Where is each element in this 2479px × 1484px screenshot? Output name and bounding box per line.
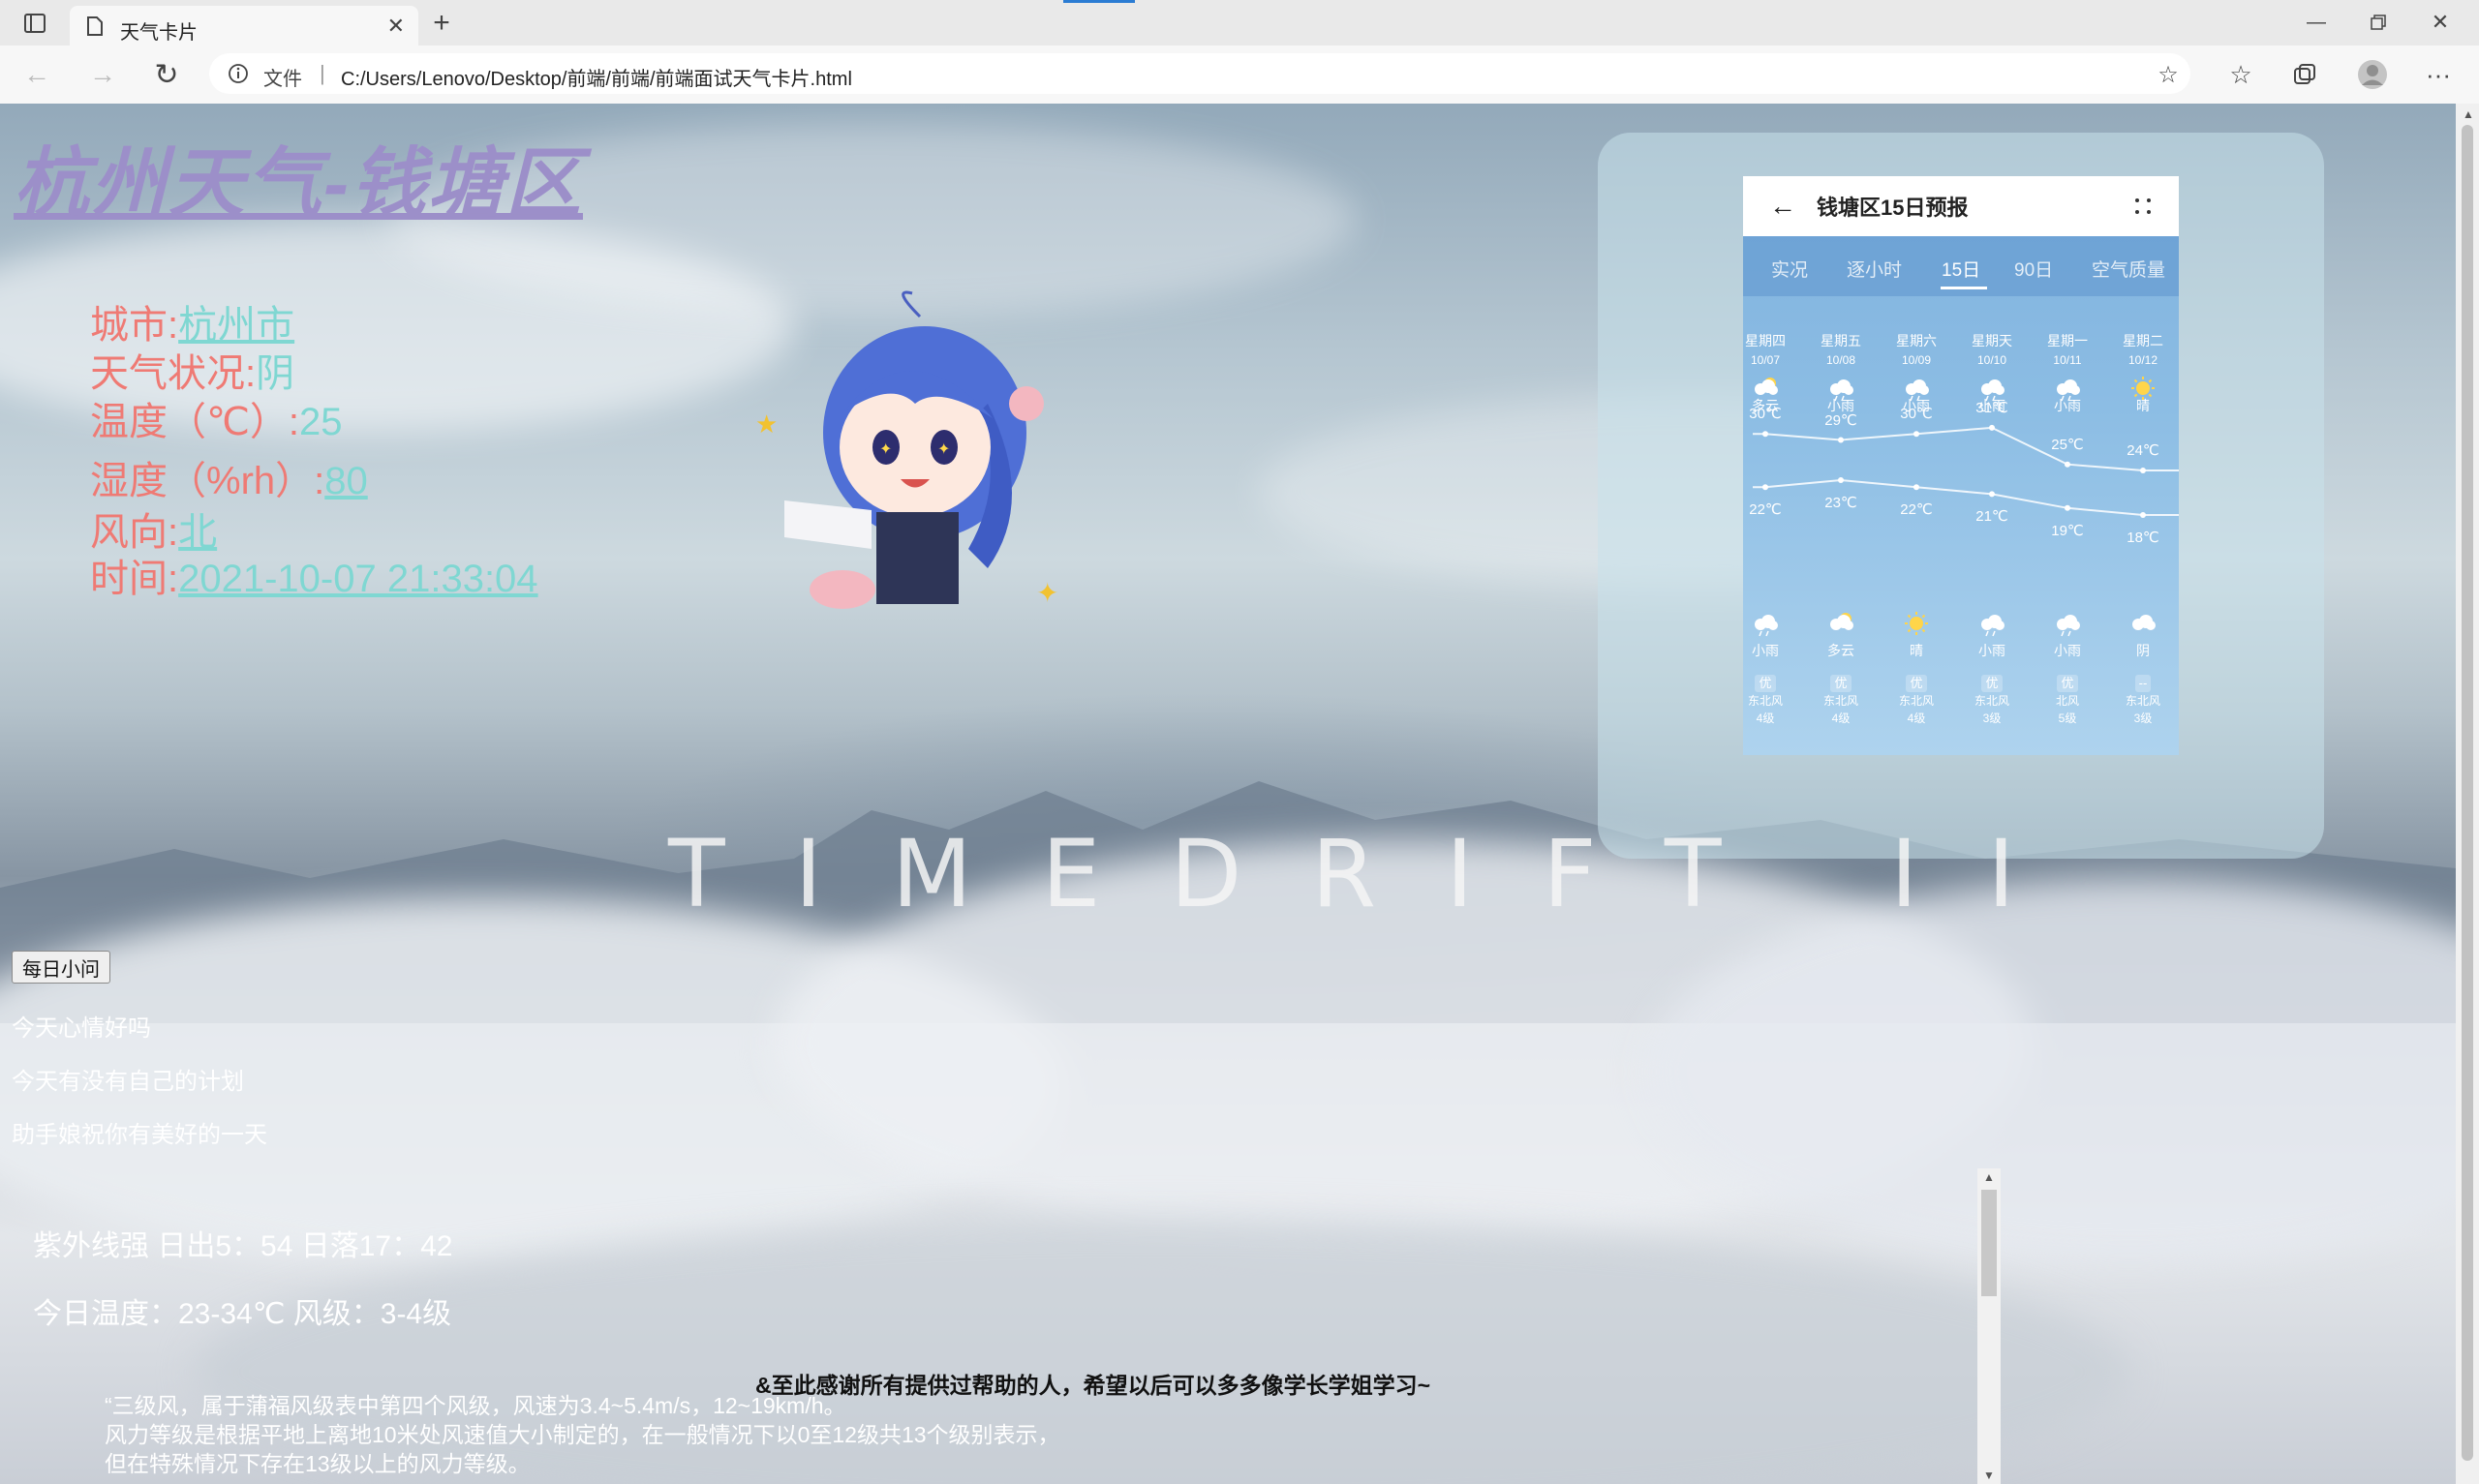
temp-point [1989, 424, 1995, 431]
close-window-icon[interactable]: ✕ [2421, 8, 2460, 37]
temp-point [1913, 484, 1919, 491]
note-scrollbar[interactable]: ▲ ▼ [1977, 1168, 2001, 1484]
sun-icon [1905, 612, 1928, 635]
restore-icon[interactable] [2359, 8, 2398, 37]
wind-note-line: 但在特殊情况下存在13级以上的风力等级。 [105, 1451, 531, 1476]
condition-value: 阴 [256, 352, 295, 395]
add-favorite-icon[interactable]: ☆ [2156, 62, 2181, 88]
forecast-screenshot: ← 钱塘区15日预报 实况 逐小时 15日 90日 空气质量 星期四 10/07 多… [1743, 176, 2179, 755]
temp-point [1762, 484, 1768, 491]
tab-actions-icon[interactable] [21, 10, 48, 37]
scroll-down-arrow-icon[interactable]: ▼ [1983, 1469, 1995, 1482]
note-scroll-thumb[interactable] [1981, 1190, 1997, 1296]
address-toolbar: ← → ↻ 文件 | C:/Users/Lenovo/Desktop/前端/前端… [0, 45, 2479, 105]
more-menu-icon[interactable]: ··· [2421, 59, 2456, 90]
svg-text:★: ★ [755, 410, 778, 439]
rain-cloud-icon [1981, 615, 2005, 637]
low-temp-curve [1753, 478, 2179, 516]
back-icon[interactable]: ← [21, 59, 52, 90]
scroll-up-arrow-icon[interactable]: ▲ [1983, 1170, 1995, 1184]
temperature-value: 25 [299, 401, 343, 443]
info-icon[interactable] [227, 62, 250, 85]
wind-level-note: “三级风，属于蒲福风级表中第四个风级，风速为3.4~5.4m/s，12~19km… [105, 1391, 1944, 1478]
svg-text:✦: ✦ [1036, 577, 1058, 609]
temperature-curves [1753, 377, 2179, 637]
svg-text:✦: ✦ [937, 439, 950, 458]
minimize-icon[interactable]: — [2297, 8, 2336, 37]
scroll-up-arrow-icon[interactable]: ▲ [2463, 107, 2474, 121]
wind-note-line: “三级风，属于蒲福风级表中第四个风级，风速为3.4~5.4m/s，12~19km… [105, 1393, 846, 1418]
time-row: 时间:2021-10-07 21:33:04 [90, 547, 538, 603]
temp-point [2140, 468, 2146, 473]
uv-sunrise-line: 紫外线强 日出5：54 日落17：42 [33, 1230, 453, 1262]
page-viewport: 杭州天气-钱塘区 城市:杭州市 天气状况:阴 温度（℃）:25 湿度（%rh）:… [0, 104, 2456, 1484]
browser-tab-strip: 天气卡片 ✕ + — ✕ [0, 0, 2479, 45]
today-temp-wind-line: 今日温度：23-34℃ 风级：3-4级 [33, 1298, 452, 1330]
refresh-icon[interactable]: ↻ [151, 59, 182, 91]
page-title: 杭州天气-钱塘区 [14, 140, 583, 226]
timedrift-watermark: TIMEDRIFT II [668, 820, 2085, 928]
temp-point [1838, 437, 1844, 443]
temp-point [1838, 477, 1844, 483]
temp-point [1913, 431, 1919, 438]
temp-point [1762, 431, 1768, 438]
temperature-row: 温度（℃）:25 [90, 390, 343, 446]
partly-cloudy-icon [1755, 378, 1778, 395]
forward-icon[interactable]: → [87, 59, 118, 90]
temperature-label: 温度（℃）: [90, 401, 300, 443]
rain-cloud-icon [1830, 379, 1853, 402]
rain-cloud-icon [1981, 379, 2005, 402]
tab-indicator [1063, 0, 1135, 3]
temp-point [2140, 512, 2146, 518]
sun-icon [2131, 377, 2155, 400]
anime-mascot-image: ✦ ✦ ★ ✦ [755, 290, 1058, 609]
url-scheme-label: 文件 [263, 69, 302, 90]
page-icon [83, 15, 107, 38]
message-line: 今天心情好吗 [12, 1015, 151, 1042]
time-label: 时间: [90, 558, 179, 600]
collections-icon[interactable] [2289, 59, 2320, 90]
temp-point [1989, 491, 1995, 498]
rain-cloud-icon [2057, 379, 2080, 402]
address-bar[interactable]: 文件 | C:/Users/Lenovo/Desktop/前端/前端/前端面试天… [209, 53, 2190, 94]
new-tab-icon[interactable]: + [426, 7, 457, 39]
rain-cloud-icon [2057, 615, 2080, 637]
page-scroll-thumb[interactable] [2462, 125, 2473, 1461]
time-value[interactable]: 2021-10-07 21:33:04 [178, 558, 537, 600]
favorites-icon[interactable]: ☆ [2225, 59, 2256, 90]
humidity-label: 湿度（%rh）: [90, 460, 325, 502]
condition-label: 天气状况: [90, 352, 257, 395]
page-scrollbar[interactable]: ▲ [2456, 104, 2479, 1484]
rain-cloud-icon [1755, 615, 1778, 637]
browser-tab[interactable]: 天气卡片 ✕ [70, 6, 418, 45]
humidity-row: 湿度（%rh）:80 [90, 449, 368, 505]
wind-note-line: 风力等级是根据平地上离地10米处风速值大小制定的，在一般情况下以0至12级共13… [105, 1422, 1060, 1447]
message-line: 助手娘祝你有美好的一天 [12, 1122, 267, 1148]
temp-point [2065, 504, 2070, 511]
tab-close-icon[interactable]: ✕ [387, 14, 405, 39]
cloud-icon [2132, 615, 2156, 630]
url-separator: | [320, 61, 325, 85]
url-text[interactable]: C:/Users/Lenovo/Desktop/前端/前端/前端面试天气卡片.h… [341, 63, 852, 91]
rain-cloud-icon [1906, 379, 1929, 402]
partly-cloudy-icon [1830, 613, 1853, 630]
tab-title: 天气卡片 [120, 22, 198, 44]
humidity-value[interactable]: 80 [324, 460, 368, 502]
high-temp-curve [1753, 426, 2179, 471]
profile-avatar-icon[interactable] [2355, 57, 2390, 92]
temp-point [2065, 461, 2070, 468]
city-value[interactable]: 杭州市 [178, 304, 294, 347]
message-line: 今天有没有自己的计划 [12, 1069, 244, 1095]
svg-text:✦: ✦ [879, 439, 892, 458]
city-label: 城市: [90, 304, 179, 347]
daily-question-button[interactable]: 每日小问 [12, 951, 110, 984]
